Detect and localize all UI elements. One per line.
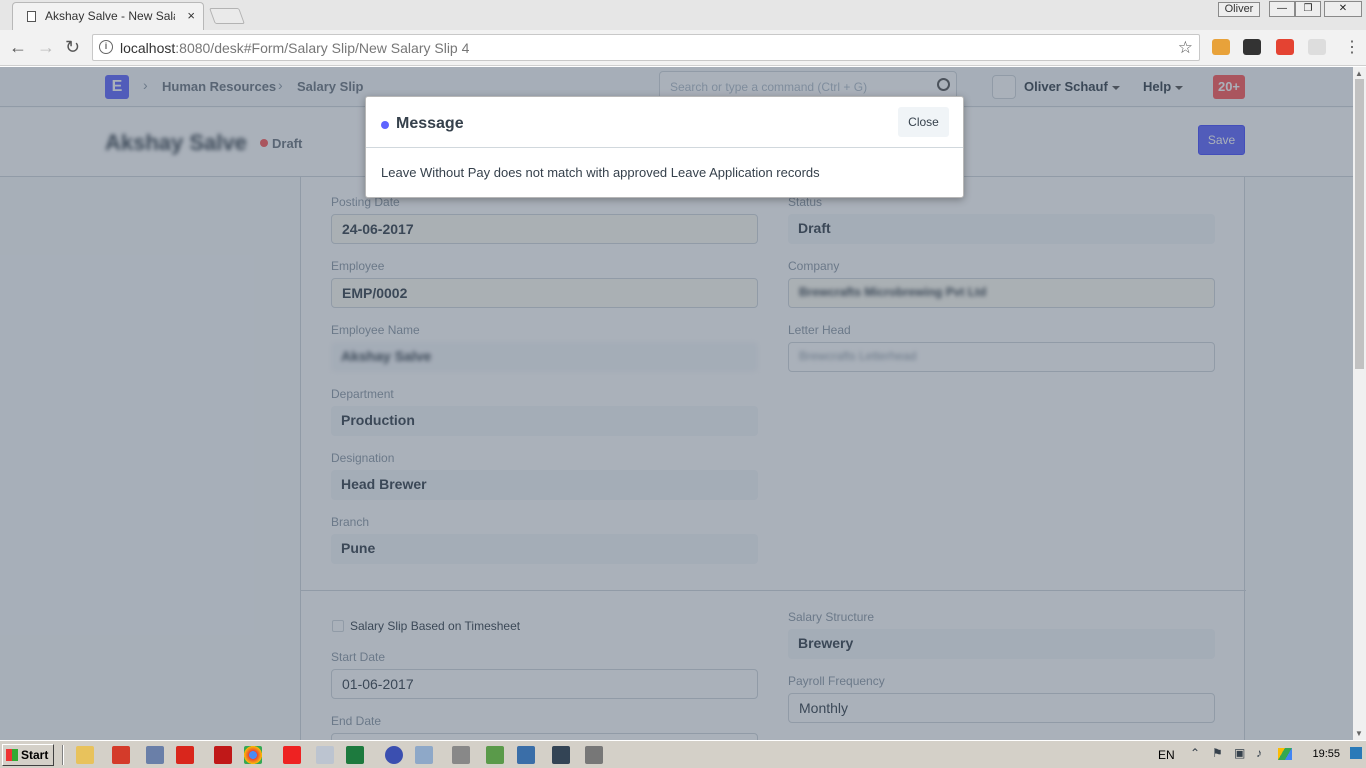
virtualbox-icon[interactable]	[552, 746, 570, 764]
notification-icon[interactable]	[1350, 747, 1362, 759]
system-tray: EN ⌃ ⚑ ▣ ♪ 19:55	[1154, 743, 1366, 767]
profile-badge[interactable]: Oliver	[1218, 2, 1260, 17]
message-dialog: Message Close Leave Without Pay does not…	[365, 96, 964, 198]
window-close-button[interactable]: ✕	[1324, 1, 1362, 17]
url-path: :8080/desk#Form/Salary Slip/New Salary S…	[175, 40, 470, 56]
todoist-icon[interactable]	[1276, 39, 1294, 55]
pen-tool-icon[interactable]	[112, 746, 130, 764]
display-icon[interactable]	[517, 746, 535, 764]
browser-tab[interactable]: Akshay Salve - New Salary ×	[12, 2, 204, 30]
network-tool-icon[interactable]	[452, 746, 470, 764]
language-indicator[interactable]: EN	[1158, 748, 1175, 762]
start-label: Start	[21, 748, 49, 762]
new-tab-button[interactable]	[209, 8, 245, 24]
menu-icon[interactable]: ⋮	[1344, 37, 1360, 57]
bookmark-star-icon[interactable]: ☆	[1178, 38, 1193, 58]
reload-icon[interactable]: ↻	[65, 37, 80, 58]
acrobat-icon[interactable]	[176, 746, 194, 764]
tray-expand-icon[interactable]: ⌃	[1190, 746, 1200, 760]
minimize-button[interactable]: —	[1269, 1, 1295, 17]
pocket-icon[interactable]	[1243, 39, 1261, 55]
url-host: localhost	[120, 40, 176, 56]
dialog-header: Message Close	[366, 97, 963, 148]
calculator-icon[interactable]	[316, 746, 334, 764]
os-taskbar: Start EN ⌃ ⚑ ▣ ♪ 19:55	[0, 740, 1366, 768]
page-scrollbar[interactable]: ▲ ▼	[1353, 67, 1366, 740]
scroll-up-icon[interactable]: ▲	[1355, 69, 1363, 78]
clock[interactable]: 19:55	[1312, 748, 1340, 760]
dialog-message: Leave Without Pay does not match with ap…	[381, 165, 820, 180]
start-button[interactable]: Start	[2, 744, 54, 766]
forward-arrow-icon[interactable]: →	[37, 37, 55, 58]
url-text[interactable]: localhost:8080/desk#Form/Salary Slip/New…	[120, 40, 469, 56]
info-icon[interactable]: i	[99, 40, 113, 54]
scrollbar-thumb[interactable]	[1355, 79, 1364, 369]
extension-basket-icon[interactable]	[1212, 39, 1230, 55]
maximize-button[interactable]: ❐	[1295, 1, 1321, 17]
transfer-icon[interactable]	[486, 746, 504, 764]
help-app-icon[interactable]	[385, 746, 403, 764]
tab-close-icon[interactable]: ×	[187, 8, 195, 23]
chrome-icon[interactable]	[244, 746, 262, 764]
browser-tabbar: Akshay Salve - New Salary × Oliver — ❐ ✕	[0, 0, 1366, 30]
vivaldi-icon[interactable]	[283, 746, 301, 764]
taskbar-separator	[62, 745, 64, 765]
network-icon[interactable]: ▣	[1234, 746, 1245, 760]
close-button[interactable]: Close	[898, 107, 949, 137]
back-arrow-icon[interactable]: ←	[9, 37, 27, 58]
scroll-down-icon[interactable]: ▼	[1355, 729, 1363, 738]
excel-icon[interactable]	[346, 746, 364, 764]
notepad-icon[interactable]	[415, 746, 433, 764]
flag-icon[interactable]: ⚑	[1212, 746, 1223, 760]
extension-m-icon[interactable]	[1308, 39, 1326, 55]
page-icon	[27, 11, 36, 22]
url-field[interactable]: i localhost:8080/desk#Form/Salary Slip/N…	[92, 34, 1200, 61]
volume-icon[interactable]: ♪	[1256, 746, 1262, 760]
monitor-icon[interactable]	[146, 746, 164, 764]
address-toolbar: ← → ↻ i localhost:8080/desk#Form/Salary …	[0, 30, 1366, 66]
acrobat-reader-icon[interactable]	[214, 746, 232, 764]
gimp-icon[interactable]	[585, 746, 603, 764]
dialog-title: Message	[396, 115, 464, 132]
windows-flag-icon	[6, 749, 18, 761]
indicator-dot-icon	[381, 121, 389, 129]
google-drive-icon[interactable]	[1278, 748, 1292, 760]
explorer-icon[interactable]	[76, 746, 94, 764]
tab-title: Akshay Salve - New Salary	[45, 9, 175, 23]
